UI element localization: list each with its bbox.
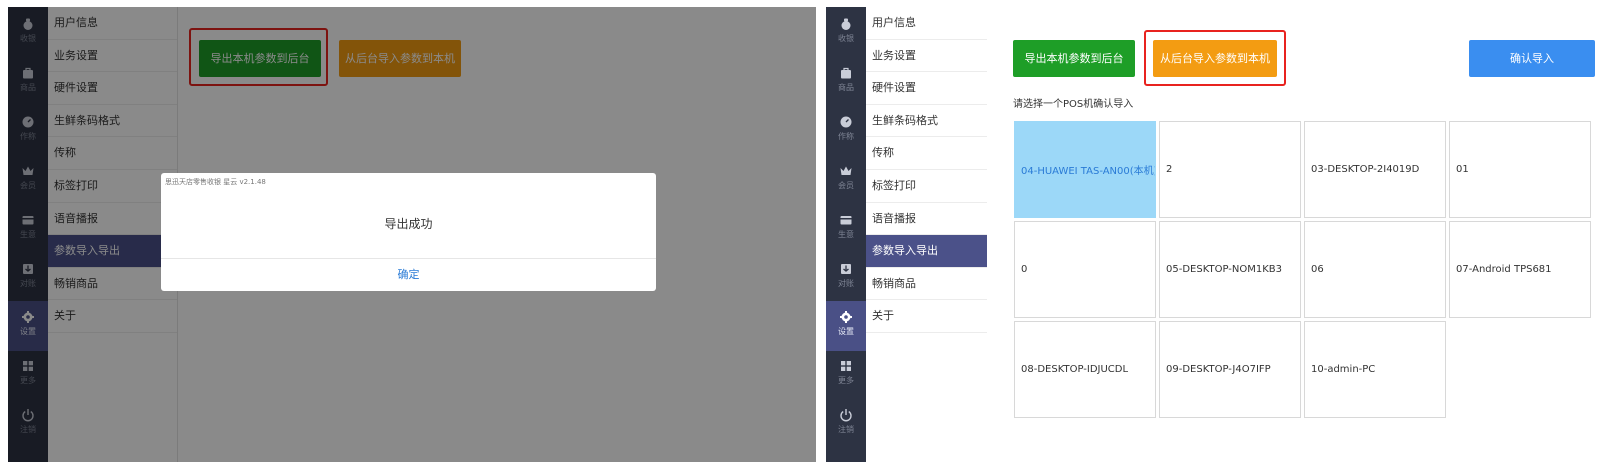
confirm-import-button[interactable]: 确认导入 (1469, 40, 1595, 77)
pos-item[interactable]: 09-DESKTOP-J4O7IFP (1159, 321, 1301, 418)
pos-item[interactable]: 04-HUAWEI TAS-AN00(本机) (1014, 121, 1156, 218)
card-icon (839, 212, 853, 226)
dialog-title: 思迅天店零售收银 星云 v2.1.48 (165, 178, 266, 186)
pos-item[interactable]: 08-DESKTOP-IDJUCDL (1014, 321, 1156, 418)
rail-item-label: 生意 (838, 229, 854, 239)
pos-item[interactable]: 2 (1159, 121, 1301, 218)
rail-item-bag[interactable]: 商品 (826, 57, 866, 107)
menu-item[interactable]: 业务设置 (866, 40, 995, 73)
menu-item[interactable]: 参数导入导出 (866, 235, 995, 268)
rail-item-money-bag[interactable]: 收银 (826, 8, 866, 58)
power-icon (839, 407, 853, 422)
grid-icon (839, 358, 853, 372)
pos-item[interactable]: 05-DESKTOP-NOM1KB3 (1159, 221, 1301, 318)
settings-menu: 用户信息 业务设置 硬件设置 生鲜条码格式 传称 标签打印 语音播报 参数导入导出 畅销商品 关于 (866, 7, 996, 462)
rail-item-power[interactable]: 注销 (826, 399, 866, 449)
pos-item[interactable]: 10-admin-PC (1304, 321, 1446, 418)
rail-item-label: 注销 (838, 425, 854, 435)
pos-item[interactable]: 03-DESKTOP-2I4019D (1304, 121, 1446, 218)
left-screen: 收银 商品 作称 会员 生意 对账 设置 更多 注销 用户信息 业务设置 硬件设置 生鲜条码格式 传称标… (8, 7, 816, 462)
menu-item[interactable]: 用户信息 (866, 7, 995, 40)
menu-item[interactable]: 硬件设置 (866, 72, 995, 105)
menu-item[interactable]: 标签打印 (866, 170, 995, 203)
menu-item[interactable]: 传称 (866, 137, 995, 170)
rail-item-label: 收银 (838, 34, 854, 43)
pos-item[interactable]: 06 (1304, 221, 1446, 318)
menu-item[interactable]: 畅销商品 (866, 268, 995, 301)
inbox-icon (839, 261, 853, 275)
pos-item[interactable]: 07-Android TPS681 (1449, 221, 1591, 318)
rail-item-card[interactable]: 生意 (826, 204, 866, 254)
rail-item-crown[interactable]: 会员 (826, 155, 866, 205)
export-success-dialog: 思迅天店零售收银 星云 v2.1.48 导出成功 确定 (161, 173, 656, 291)
rail-item-grid[interactable]: 更多 (826, 350, 866, 400)
menu-item[interactable]: 语音播报 (866, 203, 995, 236)
rail-item-inbox[interactable]: 对账 (826, 253, 866, 303)
select-pos-prompt: 请选择一个POS机确认导入 (1013, 99, 1134, 110)
content-area: 导出本机参数到后台 从后台导入参数到本机 确认导入 请选择一个POS机确认导入 … (987, 7, 1610, 462)
gear-icon (839, 309, 853, 324)
rail-item-label: 会员 (838, 180, 854, 190)
crown-icon (839, 163, 853, 177)
pos-item[interactable]: 01 (1449, 121, 1591, 218)
rail-item-label: 商品 (838, 82, 854, 92)
money-bag-icon (839, 16, 853, 30)
export-params-button[interactable]: 导出本机参数到后台 (1013, 40, 1135, 77)
rail-item-label: 作称 (838, 131, 854, 141)
dialog-message: 导出成功 (384, 217, 433, 231)
rail-item-label: 设置 (838, 327, 854, 337)
pos-item[interactable]: 0 (1014, 221, 1156, 318)
rail-item-gear[interactable]: 设置 (826, 301, 866, 352)
highlight-frame (1144, 30, 1286, 86)
icon-rail: 收银商品作称会员生意对账设置更多注销 (826, 7, 866, 462)
right-screen: 收银商品作称会员生意对账设置更多注销 用户信息 业务设置 硬件设置 生鲜条码格式 传称标… (826, 7, 1610, 462)
bag-icon (839, 65, 853, 79)
rail-item-dial[interactable]: 作称 (826, 106, 866, 156)
rail-item-label: 对账 (838, 278, 854, 288)
dialog-ok-button[interactable]: 确定 (161, 259, 656, 291)
rail-item-label: 更多 (838, 376, 854, 386)
menu-item[interactable]: 生鲜条码格式 (866, 105, 995, 138)
menu-item[interactable]: 关于 (866, 300, 995, 333)
dial-icon (839, 114, 853, 128)
